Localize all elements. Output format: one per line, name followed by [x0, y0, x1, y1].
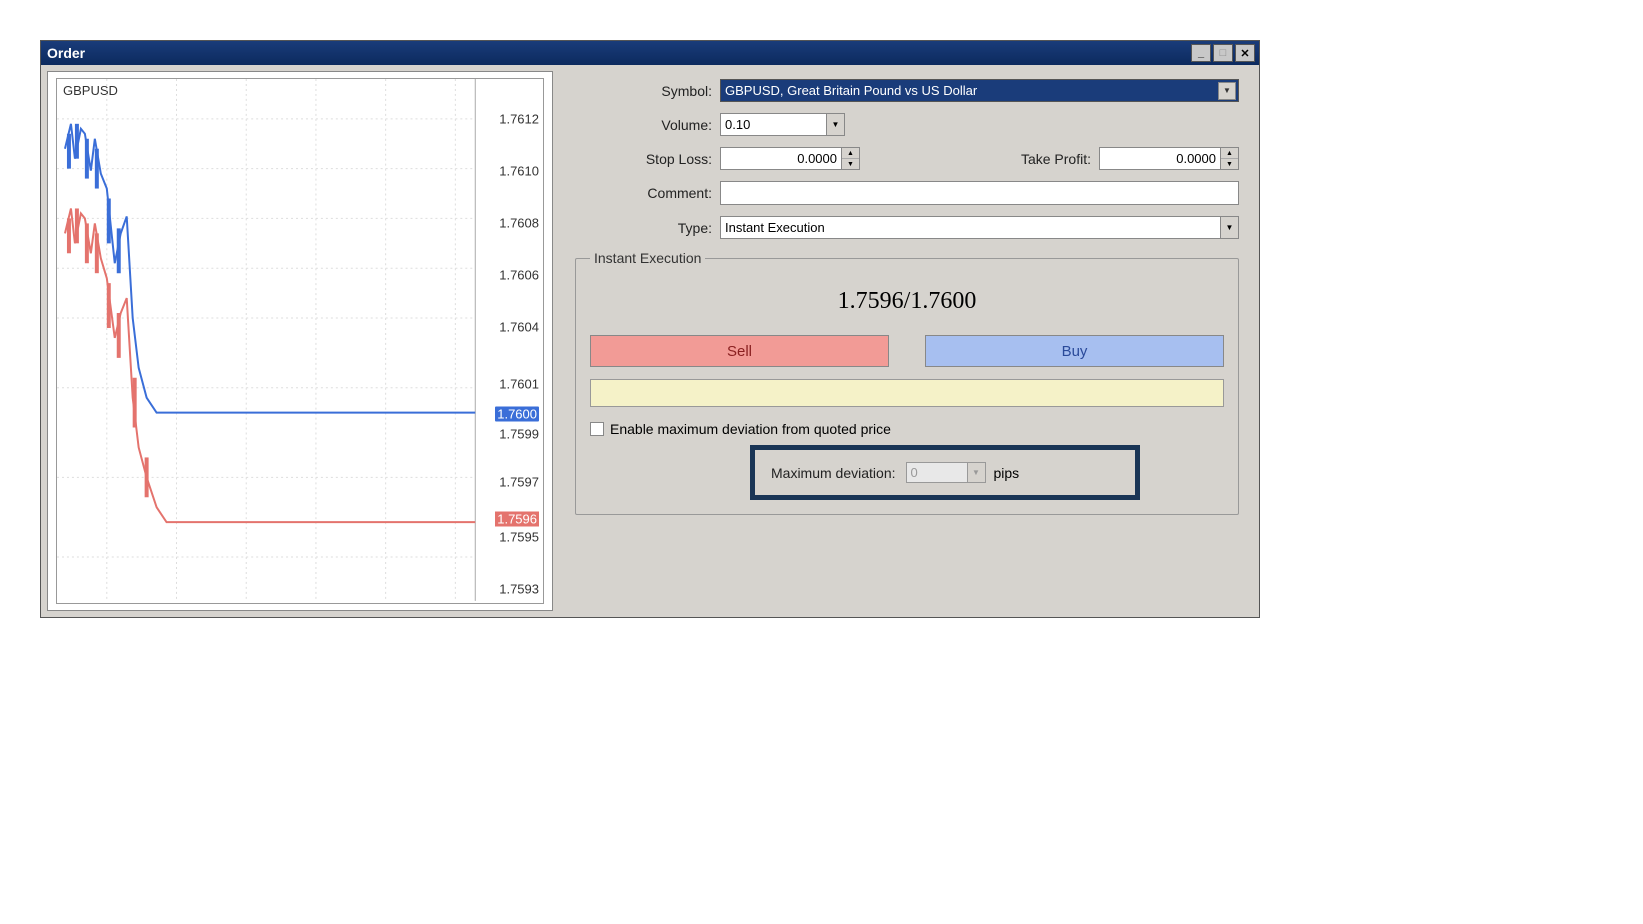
type-combo[interactable]: Instant Execution ▼ [720, 216, 1239, 239]
chevron-down-icon: ▼ [1220, 217, 1238, 238]
symbol-value: GBPUSD, Great Britain Pound vs US Dollar [725, 83, 977, 98]
takeprofit-value: 0.0000 [1176, 151, 1216, 166]
close-button[interactable]: ✕ [1235, 44, 1255, 62]
y-tick: 1.7604 [499, 320, 539, 335]
pips-label: pips [994, 465, 1020, 481]
chevron-down-icon: ▼ [967, 463, 985, 482]
spinner-down-icon[interactable]: ▼ [1221, 159, 1238, 169]
y-tick-bid: 1.7600 [495, 407, 539, 422]
execution-legend: Instant Execution [590, 250, 705, 266]
buy-button[interactable]: Buy [925, 335, 1224, 367]
y-tick: 1.7597 [499, 475, 539, 490]
maxdev-combo: 0 ▼ [906, 462, 986, 483]
status-bar [590, 379, 1224, 407]
symbol-label: Symbol: [575, 83, 720, 99]
execution-panel: Instant Execution 1.7596/1.7600 Sell Buy… [575, 250, 1239, 515]
takeprofit-spinner[interactable]: 0.0000 ▲▼ [1099, 147, 1239, 170]
y-tick: 1.7601 [499, 377, 539, 392]
y-tick: 1.7595 [499, 530, 539, 545]
spinner-down-icon[interactable]: ▼ [842, 159, 859, 169]
maximize-button[interactable]: □ [1213, 44, 1233, 62]
stoploss-label: Stop Loss: [575, 151, 720, 167]
y-tick: 1.7610 [499, 164, 539, 179]
volume-value: 0.10 [725, 117, 750, 132]
price-quote: 1.7596/1.7600 [590, 288, 1224, 315]
enable-maxdev-label: Enable maximum deviation from quoted pri… [610, 421, 891, 437]
spinner-up-icon[interactable]: ▲ [842, 148, 859, 159]
minimize-button[interactable]: _ [1191, 44, 1211, 62]
type-label: Type: [575, 220, 720, 236]
y-tick: 1.7606 [499, 268, 539, 283]
stoploss-spinner[interactable]: 0.0000 ▲▼ [720, 147, 860, 170]
chevron-down-icon: ▼ [1218, 82, 1236, 100]
chart-panel: GBPUSD [47, 71, 553, 611]
titlebar[interactable]: Order _ □ ✕ [41, 41, 1259, 65]
y-tick: 1.7612 [499, 112, 539, 127]
comment-input[interactable] [720, 181, 1239, 205]
volume-label: Volume: [575, 117, 720, 133]
window-title: Order [47, 45, 85, 61]
takeprofit-label: Take Profit: [1021, 151, 1099, 167]
maxdev-value: 0 [911, 465, 918, 480]
y-tick: 1.7599 [499, 427, 539, 442]
y-tick: 1.7608 [499, 216, 539, 231]
chevron-down-icon: ▼ [826, 114, 844, 135]
type-value: Instant Execution [725, 220, 825, 235]
y-tick-ask: 1.7596 [495, 512, 539, 527]
comment-label: Comment: [575, 185, 720, 201]
volume-combo[interactable]: 0.10 ▼ [720, 113, 845, 136]
order-window: Order _ □ ✕ GBPUSD [40, 40, 1260, 618]
y-tick: 1.7593 [499, 582, 539, 597]
maxdev-label: Maximum deviation: [771, 465, 896, 481]
price-chart [57, 79, 543, 601]
stoploss-value: 0.0000 [797, 151, 837, 166]
maxdev-highlight-box: Maximum deviation: 0 ▼ pips [750, 445, 1140, 500]
order-form: Symbol: GBPUSD, Great Britain Pound vs U… [561, 71, 1253, 611]
enable-maxdev-checkbox[interactable] [590, 422, 604, 436]
window-controls: _ □ ✕ [1191, 44, 1255, 62]
symbol-combo[interactable]: GBPUSD, Great Britain Pound vs US Dollar… [720, 79, 1239, 102]
sell-button[interactable]: Sell [590, 335, 889, 367]
spinner-up-icon[interactable]: ▲ [1221, 148, 1238, 159]
